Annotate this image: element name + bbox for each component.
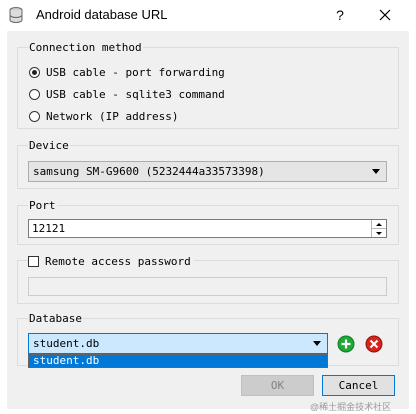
radio-label: USB cable - port forwarding	[46, 65, 225, 79]
remove-database-button[interactable]	[364, 334, 384, 354]
title-bar: Android database URL ?	[0, 0, 416, 30]
chevron-down-icon	[372, 169, 380, 174]
watermark-text: @稀土掘金技术社区	[310, 402, 392, 412]
device-select[interactable]: samsung SM-G9600 (5232444a33573398)	[28, 161, 387, 182]
chevron-down-icon	[313, 341, 321, 346]
remote-password-checkbox[interactable]	[28, 255, 39, 267]
remote-password-label: Remote access password	[45, 254, 191, 268]
spin-down-button[interactable]	[372, 228, 386, 237]
device-label: Device	[28, 139, 70, 152]
arrow-up-icon	[376, 222, 382, 226]
radio-button-checked[interactable]	[29, 66, 40, 78]
port-label: Port	[28, 199, 57, 212]
close-button[interactable]	[368, 3, 402, 27]
port-input[interactable]: 12121	[28, 219, 387, 238]
radio-label: USB cable - sqlite3 command	[46, 87, 225, 101]
window-title: Android database URL	[36, 7, 168, 22]
device-select-value: samsung SM-G9600 (5232444a33573398)	[33, 165, 265, 178]
help-button[interactable]: ?	[326, 3, 354, 27]
connection-method-label: Connection method	[28, 41, 143, 54]
arrow-down-icon	[376, 231, 382, 235]
radio-usb-sqlite3[interactable]: USB cable - sqlite3 command	[29, 86, 225, 102]
dropdown-item[interactable]: student.db	[29, 355, 327, 367]
close-icon	[379, 9, 391, 21]
radio-network[interactable]: Network (IP address)	[29, 108, 178, 124]
database-dropdown-list: student.db	[28, 354, 328, 368]
radio-button[interactable]	[29, 110, 40, 122]
database-icon	[9, 7, 23, 23]
spin-up-button[interactable]	[372, 220, 386, 228]
ok-button[interactable]: OK	[241, 375, 314, 396]
port-value: 12121	[32, 222, 66, 235]
radio-button[interactable]	[29, 88, 40, 100]
radio-label: Network (IP address)	[46, 109, 179, 123]
plus-icon	[337, 335, 355, 353]
radio-usb-port-forwarding[interactable]: USB cable - port forwarding	[29, 64, 225, 80]
port-spinner[interactable]	[371, 220, 386, 237]
password-field[interactable]	[28, 277, 387, 296]
remote-password-checkbox-row[interactable]: Remote access password	[28, 253, 194, 269]
add-database-button[interactable]	[336, 334, 356, 354]
remove-icon	[365, 335, 383, 353]
database-select[interactable]: student.db	[28, 333, 328, 354]
database-select-value: student.db	[33, 337, 100, 350]
cancel-button[interactable]: Cancel	[322, 375, 395, 396]
database-label: Database	[28, 312, 83, 325]
